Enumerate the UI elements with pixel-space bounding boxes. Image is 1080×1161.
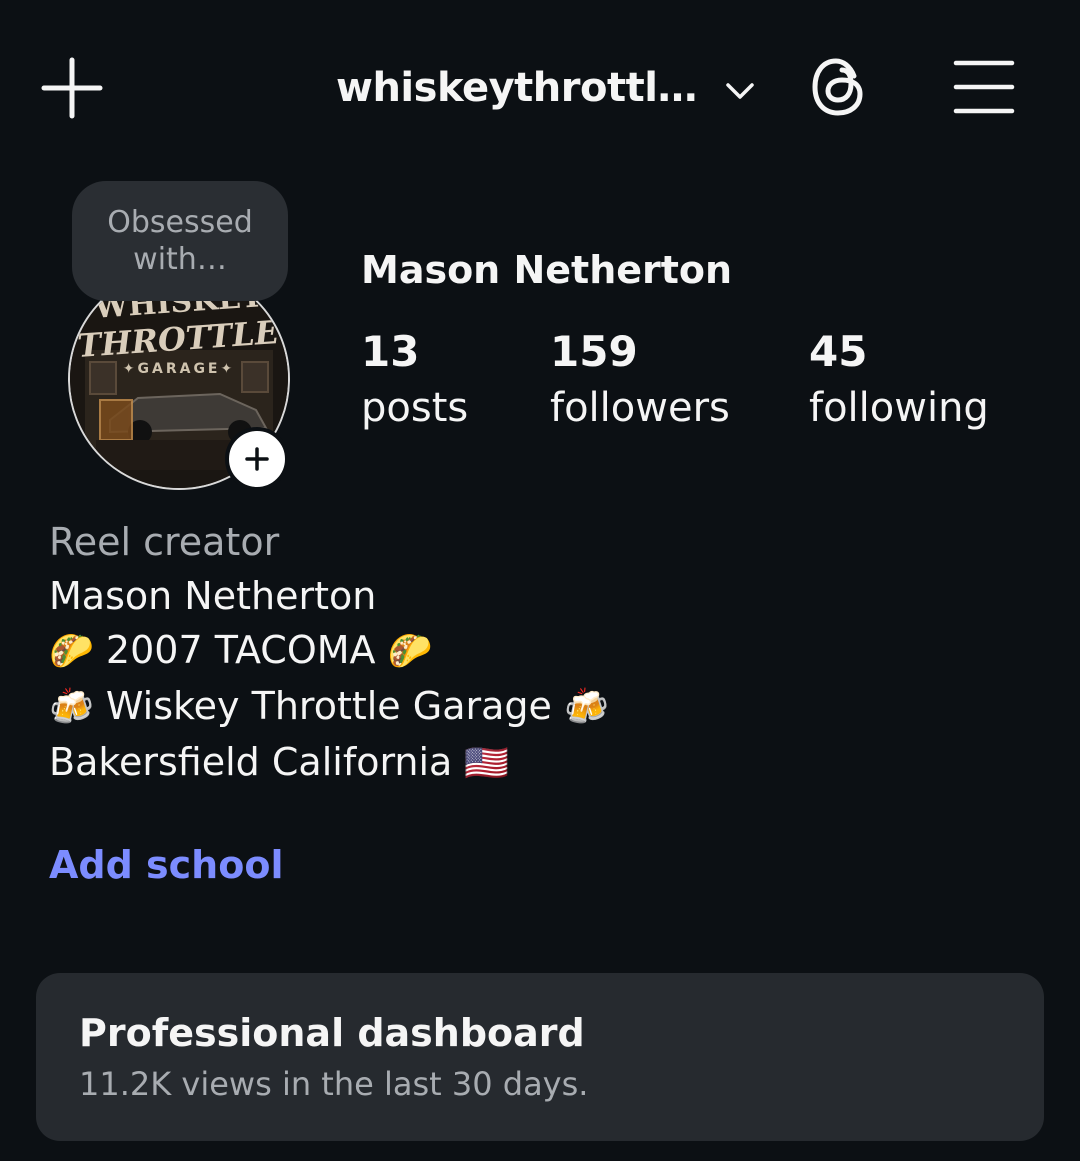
followers-label: followers: [550, 385, 730, 431]
add-school-link[interactable]: Add school: [49, 843, 283, 887]
professional-dashboard-card[interactable]: Professional dashboard 11.2K views in th…: [36, 973, 1044, 1141]
bio: Reel creator Mason Netherton 🌮 2007 TACO…: [49, 515, 609, 791]
hamburger-menu-icon: [953, 60, 1015, 114]
beer-mugs-emoji: 🍻: [564, 687, 609, 728]
posts-count: 13: [361, 327, 420, 376]
posts-stat[interactable]: 13 posts: [361, 326, 468, 438]
bio-vehicle-text: 2007 TACOMA: [105, 628, 376, 672]
following-label: following: [809, 385, 989, 431]
note-bubble[interactable]: Obsessed with…: [72, 181, 288, 301]
account-switcher[interactable]: whiskeythrottl…: [336, 56, 755, 120]
threads-icon: [812, 58, 863, 116]
profile-category: Reel creator: [49, 520, 280, 564]
dashboard-title: Professional dashboard: [79, 1011, 585, 1055]
svg-text:✦GARAGE✦: ✦GARAGE✦: [123, 361, 235, 377]
followers-count: 159: [550, 327, 638, 376]
username: whiskeythrottl…: [336, 65, 697, 111]
menu-button[interactable]: [948, 52, 1020, 122]
beer-mugs-emoji: 🍻: [49, 687, 94, 728]
bio-line-garage: 🍻 Wiskey Throttle Garage 🍻: [49, 679, 609, 735]
profile-full-name: Mason Netherton: [361, 248, 733, 292]
bio-location-text: Bakersfield California: [49, 740, 453, 784]
taco-emoji: 🌮: [49, 631, 94, 672]
bio-line-vehicle: 🌮 2007 TACOMA 🌮: [49, 623, 609, 679]
new-post-button[interactable]: [36, 52, 108, 124]
add-story-button[interactable]: [225, 427, 289, 491]
bio-garage-text: Wiskey Throttle Garage: [105, 684, 552, 728]
taco-emoji: 🌮: [387, 631, 433, 672]
plus-icon: [245, 447, 269, 471]
bio-line-location: Bakersfield California 🇺🇸: [49, 735, 609, 791]
bio-name-line: Mason Netherton: [49, 574, 377, 618]
note-text: Obsessed with…: [107, 205, 253, 277]
threads-button[interactable]: [804, 52, 874, 122]
followers-stat[interactable]: 159 followers: [550, 326, 730, 438]
following-count: 45: [809, 327, 868, 376]
following-stat[interactable]: 45 following: [809, 326, 989, 438]
posts-label: posts: [361, 385, 469, 431]
chevron-down-icon: [725, 81, 755, 101]
us-flag-emoji: 🇺🇸: [464, 743, 510, 784]
dashboard-subtitle: 11.2K views in the last 30 days.: [79, 1065, 589, 1103]
plus-icon: [41, 57, 103, 119]
